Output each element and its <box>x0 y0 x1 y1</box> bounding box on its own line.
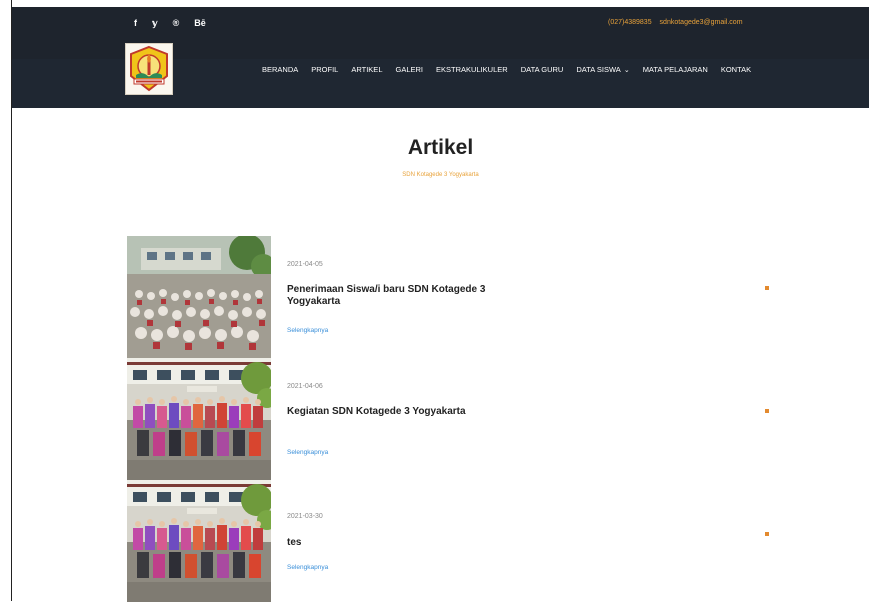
nav-menu: BERANDA PROFIL ARTIKEL GALERI EKSTRAKULI… <box>262 65 764 76</box>
article-thumbnail[interactable] <box>127 236 271 358</box>
facebook-icon[interactable]: f <box>134 18 137 28</box>
frame-top <box>12 0 869 7</box>
main-navbar: BERANDA PROFIL ARTIKEL GALERI EKSTRAKULI… <box>12 43 869 108</box>
nav-mata-pelajaran[interactable]: MATA PELAJARAN <box>643 65 708 76</box>
read-more-link[interactable]: Selengkapnya <box>287 449 328 456</box>
bullet-marker <box>765 532 769 536</box>
article-title[interactable]: tes <box>287 537 487 549</box>
nav-profil[interactable]: PROFIL <box>311 65 338 76</box>
article-thumbnail[interactable] <box>127 358 271 480</box>
article-card: 2021-03-30 tes Selengkapnya <box>127 480 769 602</box>
behance-icon[interactable]: Bē <box>194 18 206 28</box>
nav-data-siswa[interactable]: DATA SISWA ⌄ <box>576 65 629 76</box>
article-date: 2021-04-05 <box>287 261 323 268</box>
bullet-marker <box>765 409 769 413</box>
bullet-marker <box>765 286 769 290</box>
nav-data-siswa-label: DATA SISWA <box>576 65 621 74</box>
page-title: Artikel <box>407 136 474 159</box>
article-card: 2021-04-05 Penerimaan Siswa/i baru SDN K… <box>127 236 769 358</box>
main-content: Artikel SDN Kotagede 3 Yogyakarta 2021-0… <box>12 108 869 602</box>
article-date: 2021-04-06 <box>287 383 323 390</box>
read-more-link[interactable]: Selengkapnya <box>287 564 328 571</box>
nav-beranda[interactable]: BERANDA <box>262 65 298 76</box>
nav-galeri[interactable]: GALERI <box>395 65 423 76</box>
nav-artikel[interactable]: ARTIKEL <box>351 65 382 76</box>
dribbble-icon[interactable]: ® <box>173 18 180 28</box>
nav-kontak[interactable]: KONTAK <box>721 65 751 76</box>
article-thumbnail[interactable] <box>127 480 271 602</box>
article-date: 2021-03-30 <box>287 513 323 520</box>
nav-ekstrakulikuler[interactable]: EKSTRAKULIKULER <box>436 65 508 76</box>
page-subtitle: SDN Kotagede 3 Yogyakarta <box>402 172 479 178</box>
article-title[interactable]: Penerimaan Siswa/i baru SDN Kotagede 3 Y… <box>287 284 487 308</box>
read-more-link[interactable]: Selengkapnya <box>287 327 328 334</box>
twitter-icon[interactable]: 𝕪 <box>152 18 158 28</box>
phone-number: (027)4389835 <box>608 19 652 26</box>
contact-info: (027)4389835 sdnkotagede3@gmail.com <box>608 18 749 28</box>
nav-data-guru[interactable]: DATA GURU <box>521 65 564 76</box>
article-card: 2021-04-06 Kegiatan SDN Kotagede 3 Yogya… <box>127 358 769 480</box>
social-links: f 𝕪 ® Bē <box>134 18 206 28</box>
school-logo[interactable] <box>125 43 173 95</box>
chevron-down-icon: ⌄ <box>623 67 630 74</box>
email-address[interactable]: sdnkotagede3@gmail.com <box>660 19 743 26</box>
article-title[interactable]: Kegiatan SDN Kotagede 3 Yogyakarta <box>287 406 487 418</box>
